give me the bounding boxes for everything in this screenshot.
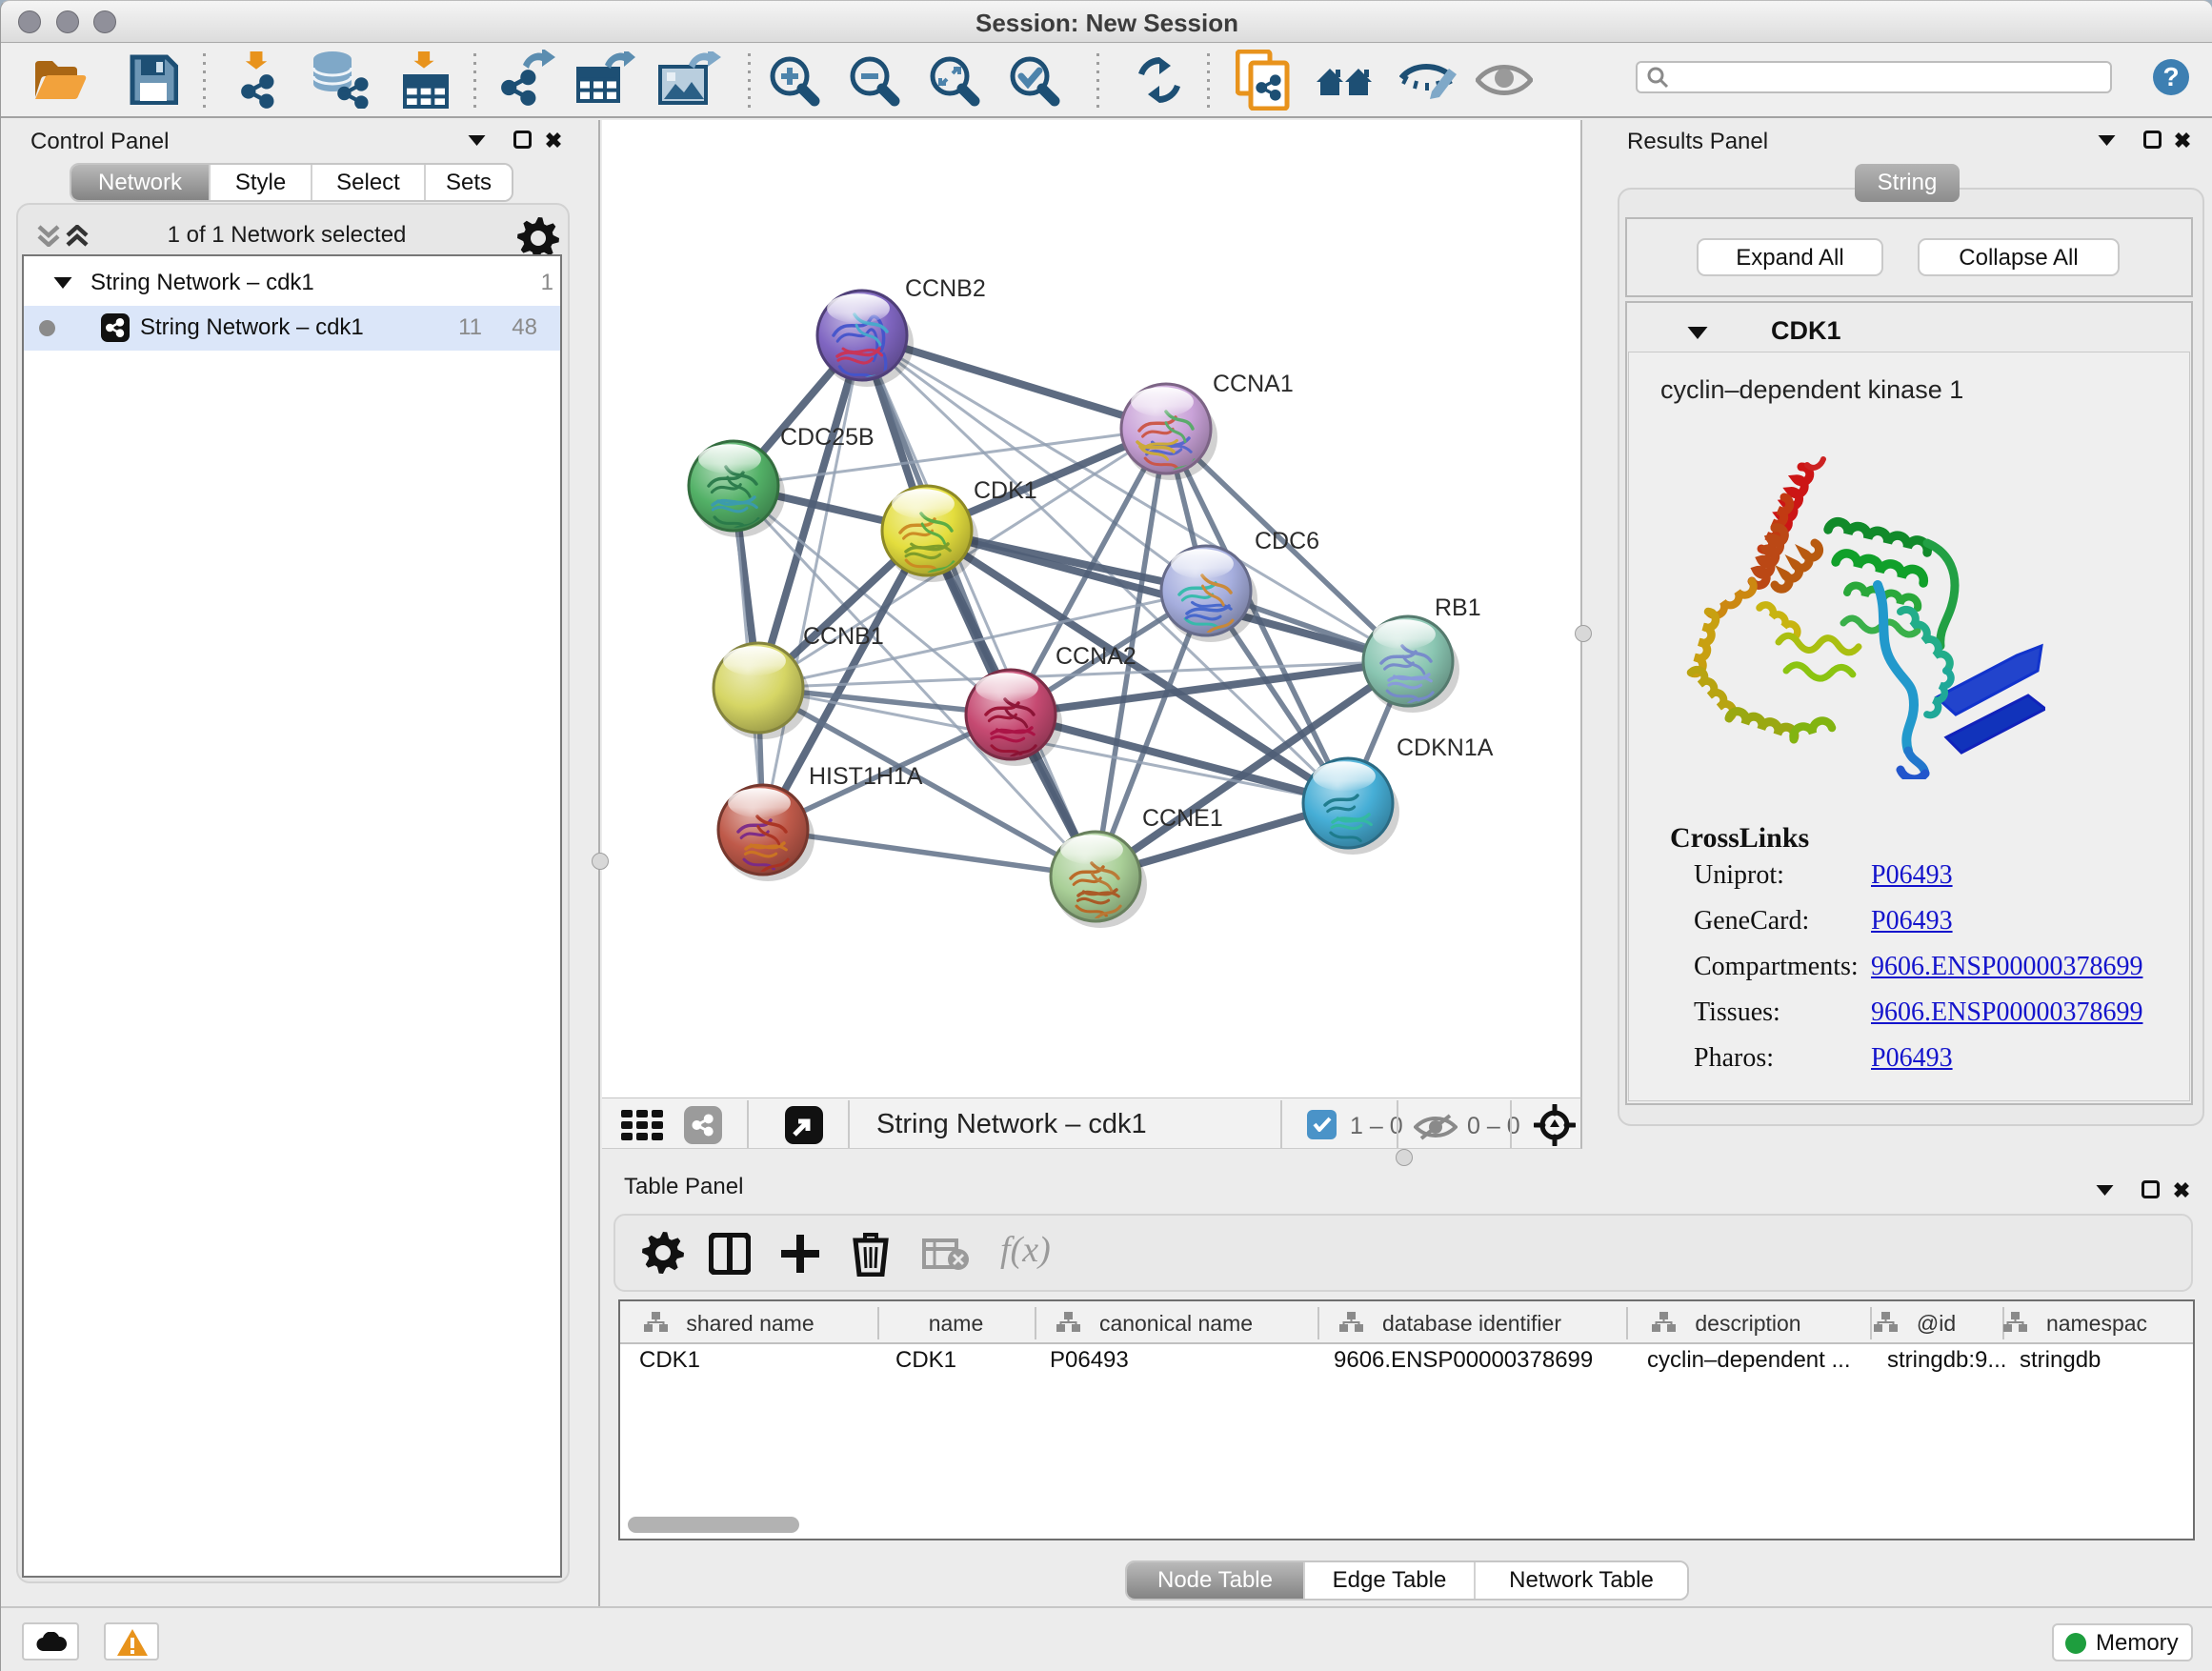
svg-text:CDKN1A: CDKN1A [1397, 735, 1494, 761]
svg-text:CCNB2: CCNB2 [905, 275, 986, 302]
svg-text:CCNE1: CCNE1 [1142, 805, 1223, 832]
svg-text:CCNB1: CCNB1 [803, 623, 884, 650]
svg-text:CDK1: CDK1 [974, 477, 1037, 504]
svg-text:HIST1H1A: HIST1H1A [809, 763, 923, 790]
svg-text:CDC6: CDC6 [1255, 528, 1319, 554]
svg-text:RB1: RB1 [1435, 594, 1481, 621]
svg-text:CCNA1: CCNA1 [1213, 371, 1294, 397]
svg-text:CDC25B: CDC25B [780, 424, 875, 451]
svg-text:CCNA2: CCNA2 [1056, 643, 1136, 670]
